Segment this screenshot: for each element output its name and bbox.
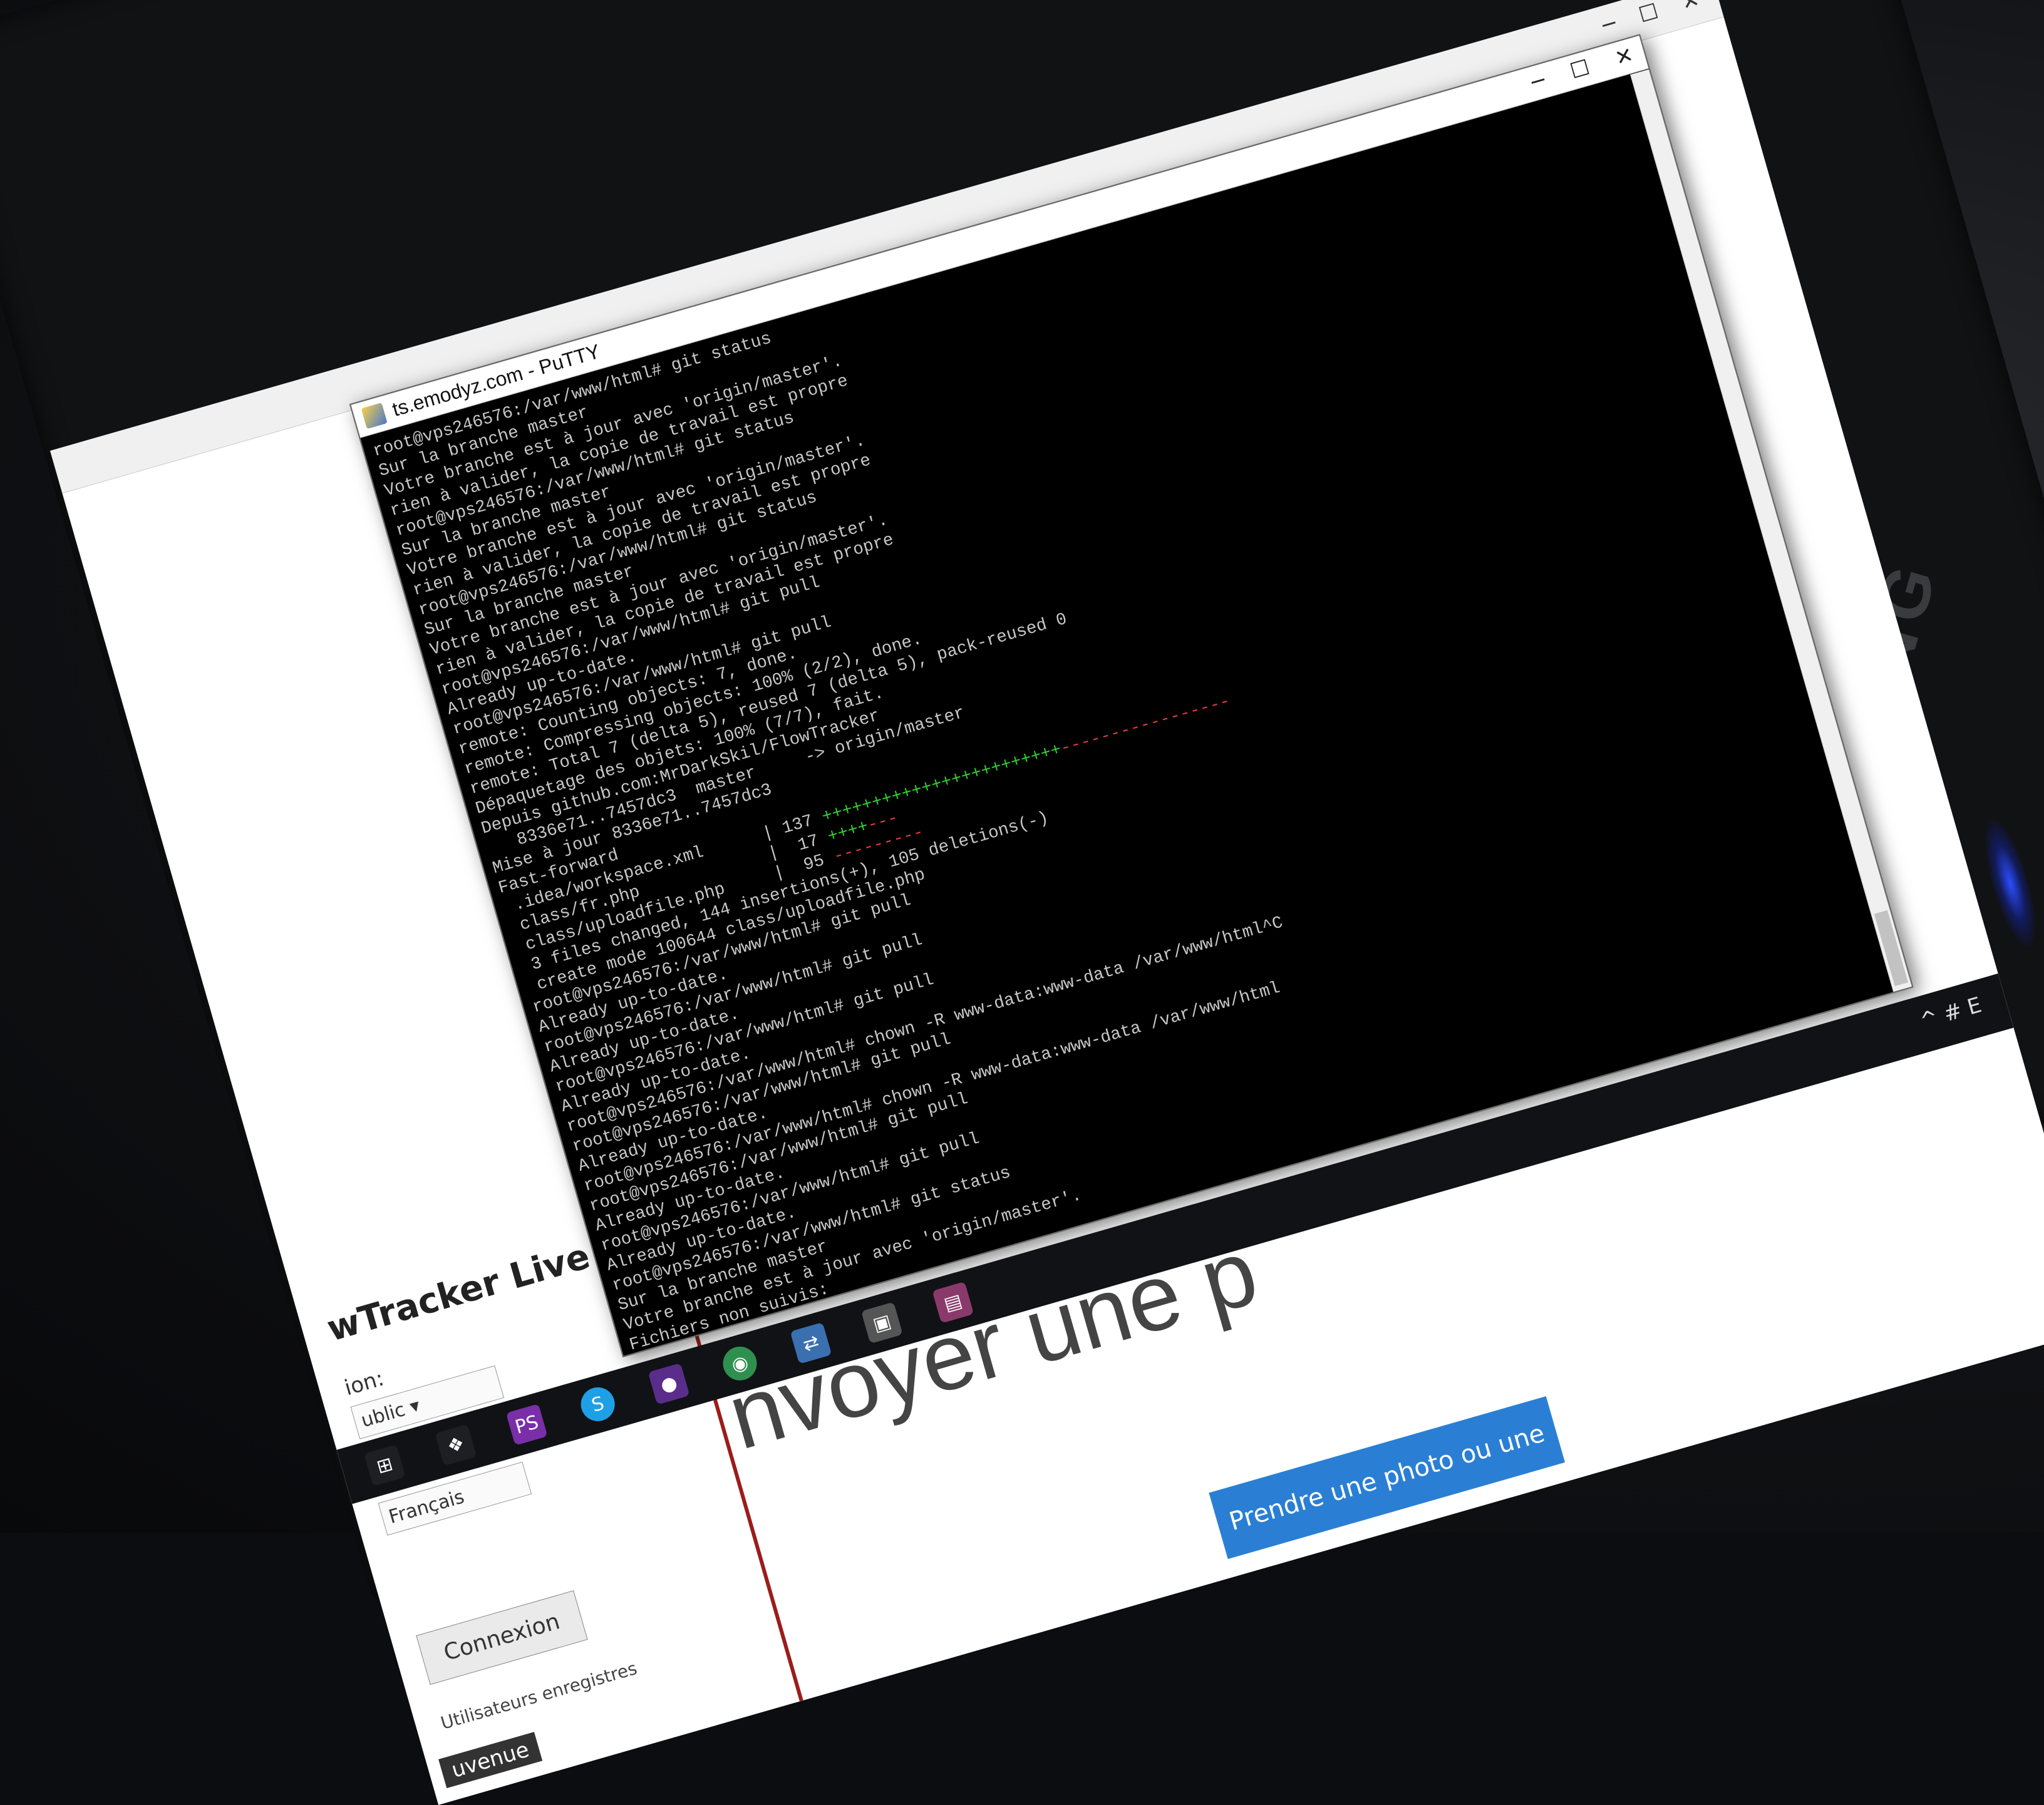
maximize-icon[interactable]: ☐	[1567, 55, 1592, 85]
putty-app-icon	[361, 403, 388, 429]
close-icon[interactable]: ✕	[1678, 0, 1702, 16]
minimize-icon[interactable]: ─	[1529, 68, 1548, 95]
task-view-icon[interactable]: ❖	[435, 1424, 477, 1466]
minimize-icon[interactable]: ─	[1599, 11, 1619, 38]
chrome-icon[interactable]: ◉	[719, 1342, 761, 1385]
putty-icon[interactable]: ▣	[860, 1302, 903, 1344]
winrar-icon[interactable]: ▤	[932, 1281, 974, 1324]
upload-photo-button[interactable]: Prendre une photo ou une vidéo	[1209, 1396, 1566, 1567]
site-title: wTracker Live	[323, 1235, 595, 1350]
browser-window-controls: ─ ☐ ✕	[1599, 0, 1702, 38]
system-tray[interactable]: ^ # E	[1918, 992, 1985, 1034]
maximize-icon[interactable]: ☐	[1636, 0, 1661, 28]
network-icon[interactable]: ⇄	[790, 1322, 832, 1364]
app-icon[interactable]: ●	[648, 1362, 690, 1405]
skype-icon[interactable]: S	[577, 1383, 619, 1426]
start-icon[interactable]: ⊞	[363, 1444, 406, 1486]
login-button[interactable]: Connexion	[416, 1590, 588, 1685]
close-icon[interactable]: ✕	[1612, 43, 1636, 71]
phpstorm-icon[interactable]: PS	[505, 1404, 548, 1446]
visibility-label: ion:	[341, 1365, 387, 1401]
